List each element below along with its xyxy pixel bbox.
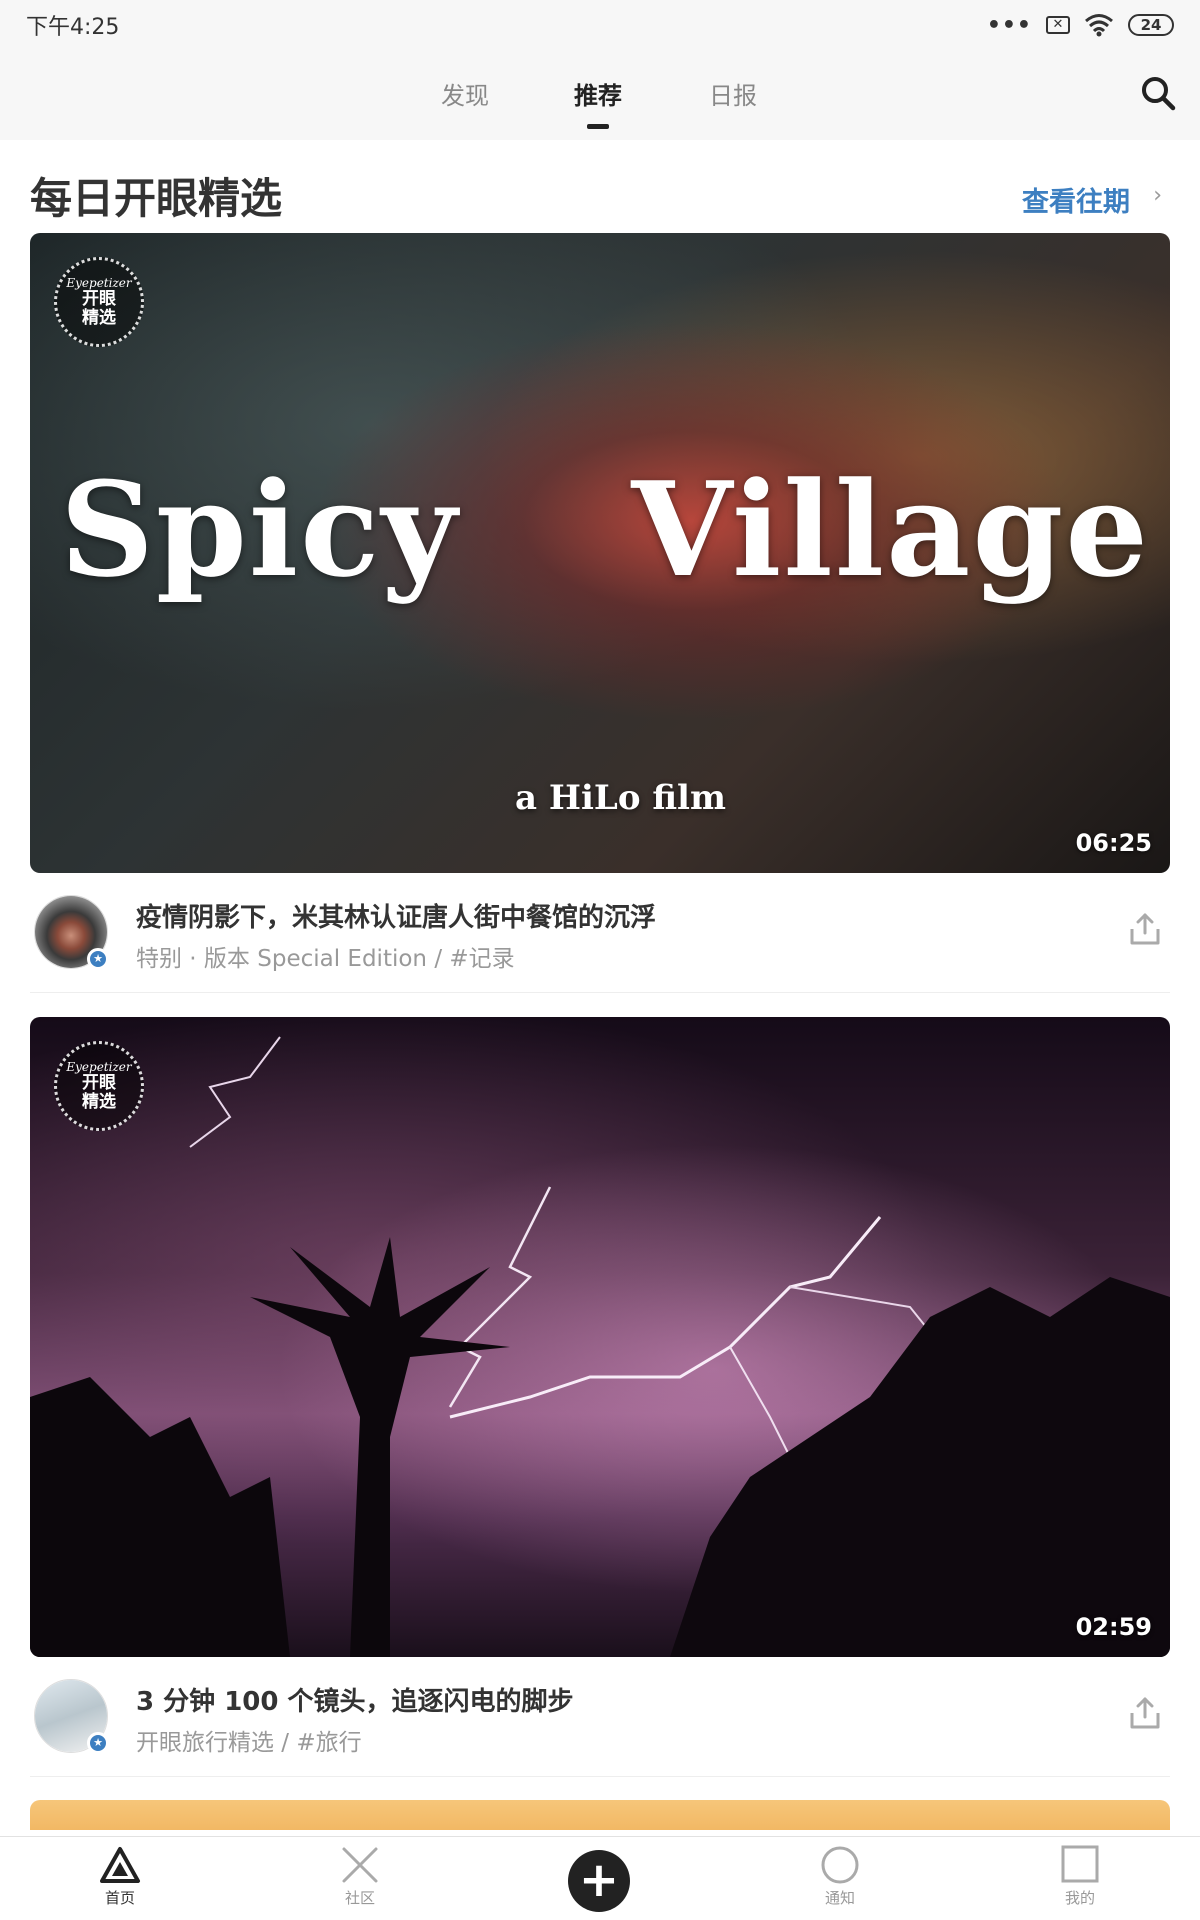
bottom-nav: 首页 社区 + 通知 我的	[0, 1836, 1200, 1920]
lightning-illustration	[30, 1036, 1170, 1657]
tab-recommend[interactable]: 推荐	[574, 76, 622, 111]
card-info: ★ 疫情阴影下，米其林认证唐人街中餐馆的沉浮 特别 · 版本 Special E…	[30, 873, 1170, 993]
nav-notifications[interactable]: 通知	[800, 1845, 880, 1908]
triangle-icon	[100, 1847, 140, 1883]
verified-icon: ★	[87, 948, 109, 970]
chevron-right-icon[interactable]: ›	[1153, 183, 1162, 208]
nav-profile[interactable]: 我的	[1040, 1845, 1120, 1908]
tab-discover[interactable]: 发现	[441, 76, 489, 111]
thumbnail-credit: a HiLo film	[515, 778, 726, 818]
cross-icon	[342, 1847, 378, 1883]
badge-line: 开眼	[82, 289, 116, 309]
badge-brand: Eyepetizer	[66, 276, 132, 290]
badge-brand: Eyepetizer	[66, 1060, 132, 1074]
sim-icon: ✕	[1046, 16, 1070, 34]
status-time: 下午4:25	[26, 15, 120, 40]
video-thumbnail[interactable]: Spicy Village a HiLo film Eyepetizer 开眼 …	[30, 233, 1170, 873]
share-icon[interactable]	[1128, 911, 1162, 947]
active-tab-indicator	[587, 124, 609, 129]
card-info: ★ 3 分钟 100 个镜头，追逐闪电的脚步 开眼旅行精选 / #旅行	[30, 1657, 1170, 1777]
video-duration: 02:59	[1075, 1613, 1152, 1641]
circle-icon	[821, 1846, 859, 1884]
verified-icon: ★	[87, 1732, 109, 1754]
video-meta: 开眼旅行精选 / #旅行	[136, 1730, 362, 1756]
badge-line: 开眼	[82, 1073, 116, 1093]
video-title[interactable]: 疫情阴影下，米其林认证唐人街中餐馆的沉浮	[136, 897, 656, 934]
eyepetizer-badge-icon: Eyepetizer 开眼 精选	[54, 1041, 144, 1131]
section-title: 每日开眼精选	[30, 174, 283, 223]
author-avatar[interactable]: ★	[34, 895, 109, 970]
video-card[interactable]: Eyepetizer 开眼 精选 02:59 ★ 3 分钟 100 个镜头，追逐…	[30, 1017, 1170, 1777]
badge-line: 精选	[82, 308, 116, 328]
more-dots-icon: •••	[986, 12, 1032, 38]
view-past-link[interactable]: 查看往期	[1022, 180, 1130, 219]
video-duration: 06:25	[1075, 829, 1152, 857]
tab-daily[interactable]: 日报	[709, 76, 757, 111]
overlay-word: Village	[631, 453, 1150, 606]
share-icon[interactable]	[1128, 1695, 1162, 1731]
thumbnail-overlay-title: Spicy Village	[60, 453, 1150, 606]
search-icon[interactable]	[1140, 75, 1176, 111]
overlay-word: Spicy	[60, 453, 459, 606]
nav-label: 首页	[104, 1889, 135, 1907]
video-thumbnail[interactable]	[30, 1800, 1170, 1830]
nav-label: 我的	[1064, 1889, 1095, 1907]
eyepetizer-badge-icon: Eyepetizer 开眼 精选	[54, 257, 144, 347]
author-avatar[interactable]: ★	[34, 1679, 109, 1754]
status-icons: ••• ✕ 24	[987, 13, 1174, 38]
wifi-icon	[1085, 14, 1113, 37]
video-thumbnail[interactable]: Eyepetizer 开眼 精选 02:59	[30, 1017, 1170, 1657]
square-icon	[1061, 1845, 1099, 1883]
video-card[interactable]: Spicy Village a HiLo film Eyepetizer 开眼 …	[30, 233, 1170, 993]
nav-label: 社区	[344, 1889, 375, 1907]
video-meta: 特别 · 版本 Special Edition / #记录	[136, 946, 515, 972]
status-bar: 下午4:25 ••• ✕ 24	[0, 0, 1200, 50]
video-title[interactable]: 3 分钟 100 个镜头，追逐闪电的脚步	[136, 1681, 574, 1718]
top-nav: 发现 推荐 日报	[0, 50, 1200, 140]
battery-icon: 24	[1128, 14, 1174, 36]
video-card[interactable]	[30, 1800, 1170, 1830]
publish-button[interactable]: +	[568, 1850, 630, 1912]
nav-label: 通知	[824, 1889, 855, 1907]
nav-home[interactable]: 首页	[80, 1845, 160, 1908]
nav-community[interactable]: 社区	[320, 1845, 400, 1908]
badge-line: 精选	[82, 1092, 116, 1112]
